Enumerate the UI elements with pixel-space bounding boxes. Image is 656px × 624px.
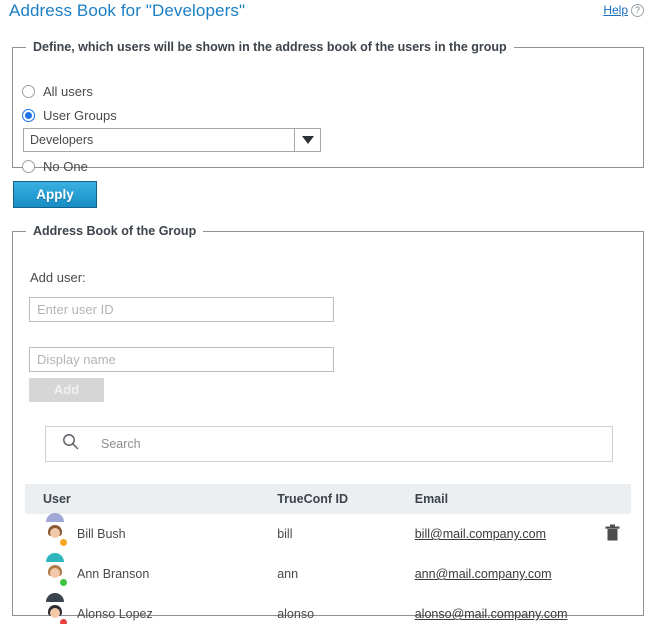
row-actions [594, 524, 631, 544]
add-user-label: Add user: [30, 270, 86, 285]
column-header-user: User [43, 492, 71, 506]
group-select[interactable]: Developers [23, 128, 321, 152]
table-row[interactable]: Alonso Lopez alonso alonso@mail.company.… [25, 593, 631, 624]
help-link[interactable]: Help [603, 3, 628, 17]
trash-icon[interactable] [605, 524, 620, 544]
user-cell: Bill Bush [25, 513, 277, 547]
group-select-value[interactable]: Developers [23, 128, 295, 152]
trueconf-id-cell: ann [277, 567, 299, 581]
email-link[interactable]: bill@mail.company.com [415, 527, 546, 541]
search-input[interactable] [99, 436, 499, 452]
avatar [43, 513, 68, 547]
address-book-legend: Address Book of the Group [33, 224, 197, 238]
radio-user-groups-label: User Groups [43, 108, 117, 123]
display-name-input[interactable] [29, 347, 334, 372]
user-cell: Alonso Lopez [25, 593, 277, 624]
user-id-input[interactable] [29, 297, 334, 322]
radio-no-one-input[interactable] [22, 160, 35, 173]
address-book-fieldset: Address Book of the Group Add user: Add … [12, 224, 644, 624]
avatar [43, 593, 68, 624]
question-circle-icon[interactable]: ? [631, 3, 644, 17]
radio-option-user-groups[interactable]: User Groups [22, 108, 117, 123]
search-icon [62, 433, 79, 455]
user-name: Alonso Lopez [77, 607, 153, 621]
column-header-trueconf-id: TrueConf ID [277, 492, 349, 506]
user-name: Bill Bush [77, 527, 126, 541]
radio-user-groups-input[interactable] [22, 109, 35, 122]
email-cell: bill@mail.company.com [415, 527, 594, 541]
help-area: Help ? [603, 3, 644, 17]
table-row[interactable]: Ann Branson ann ann@mail.company.com [25, 553, 631, 594]
table-header-row: User TrueConf ID Email [25, 484, 631, 514]
chevron-down-icon [301, 136, 314, 144]
avatar [43, 553, 68, 587]
user-name: Ann Branson [77, 567, 150, 581]
trueconf-id-cell: bill [277, 527, 293, 541]
trueconf-id-cell: alonso [277, 607, 315, 621]
address-book-table: User TrueConf ID Email Bill Bush bill bi… [25, 484, 631, 624]
user-cell: Ann Branson [25, 553, 277, 587]
define-visibility-fieldset: Define, which users will be shown in the… [12, 40, 644, 174]
define-visibility-legend: Define, which users will be shown in the… [33, 40, 507, 54]
add-user-button[interactable]: Add [29, 378, 104, 402]
page-title: Address Book for "Developers" [9, 1, 246, 20]
radio-option-no-one[interactable]: No One [22, 159, 88, 174]
search-box[interactable] [45, 426, 613, 462]
group-select-arrow-button[interactable] [295, 128, 321, 152]
radio-all-users-input[interactable] [22, 85, 35, 98]
email-link[interactable]: ann@mail.company.com [415, 567, 552, 581]
radio-option-all-users[interactable]: All users [22, 84, 93, 99]
email-link[interactable]: alonso@mail.company.com [415, 607, 568, 621]
column-header-email: Email [414, 492, 449, 506]
table-row[interactable]: Bill Bush bill bill@mail.company.com [25, 513, 631, 554]
address-book-page: Address Book for "Developers" Help ? Def… [0, 0, 656, 624]
radio-all-users-label: All users [43, 84, 93, 99]
email-cell: alonso@mail.company.com [415, 607, 594, 621]
apply-button[interactable]: Apply [13, 181, 97, 208]
status-badge [59, 618, 68, 624]
radio-no-one-label: No One [43, 159, 88, 174]
status-badge [59, 578, 68, 587]
status-badge [59, 538, 68, 547]
email-cell: ann@mail.company.com [415, 567, 594, 581]
